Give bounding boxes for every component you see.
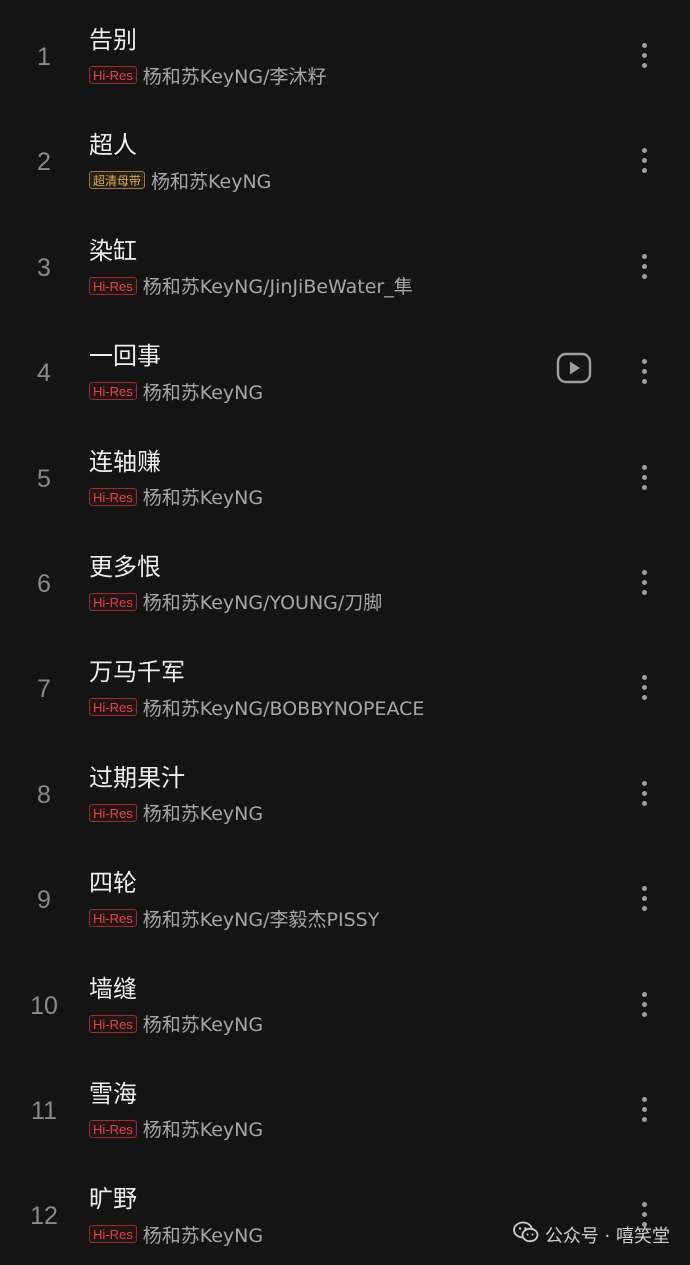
track-subtitle: Hi-Res 杨和苏KeyNG/李毅杰PISSY — [89, 903, 379, 933]
track-index: 6 — [37, 569, 51, 598]
track-artist: 杨和苏KeyNG/李沐籽 — [142, 65, 327, 88]
track-index: 4 — [37, 359, 51, 388]
track-index: 9 — [37, 886, 51, 915]
track-artist: 杨和苏KeyNG/李毅杰PISSY — [142, 908, 380, 931]
watermark-text: 公众号 · 嘻笑堂 — [544, 1225, 670, 1247]
more-vertical-icon[interactable] — [630, 36, 660, 76]
watermark: 公众号 · 嘻笑堂 — [512, 1221, 670, 1248]
track-subtitle: Hi-Res 杨和苏KeyNG — [89, 798, 263, 828]
track-artist: 杨和苏KeyNG — [142, 487, 264, 510]
track-title: 雪海 — [89, 1079, 137, 1108]
track-artist: 杨和苏KeyNG — [142, 381, 264, 404]
track-title: 告别 — [89, 26, 137, 54]
track-artist: 杨和苏KeyNG — [142, 1014, 264, 1037]
more-vertical-icon[interactable] — [630, 668, 660, 708]
track-index: 2 — [37, 148, 51, 177]
hi-res-badge: Hi-Res — [89, 382, 137, 401]
more-vertical-icon[interactable] — [630, 141, 660, 181]
hi-res-badge: Hi-Res — [89, 803, 137, 822]
more-vertical-icon[interactable] — [630, 1090, 660, 1130]
play-video-icon[interactable] — [555, 351, 593, 385]
track-artist: 杨和苏KeyNG — [142, 803, 264, 826]
more-vertical-icon[interactable] — [630, 352, 660, 392]
hi-res-badge: Hi-Res — [89, 487, 137, 506]
track-title: 更多恨 — [89, 552, 161, 581]
hi-res-badge: Hi-Res — [89, 698, 137, 717]
hi-res-badge: Hi-Res — [89, 1225, 137, 1244]
track-row[interactable]: 4 一回事 Hi-Res 杨和苏KeyNG — [0, 316, 690, 421]
track-row[interactable]: 3 染缸 Hi-Res 杨和苏KeyNG/JinJiBeWater_隼 — [0, 211, 690, 316]
track-artist: 杨和苏KeyNG/JinJiBeWater_隼 — [142, 276, 413, 299]
track-title: 旷野 — [89, 1185, 137, 1214]
track-row[interactable]: 1 告别 Hi-Res 杨和苏KeyNG/李沐籽 — [0, 0, 690, 105]
track-index: 3 — [37, 253, 51, 282]
track-artist: 杨和苏KeyNG — [142, 1224, 264, 1247]
track-index: 12 — [30, 1202, 58, 1231]
more-vertical-icon[interactable] — [630, 985, 660, 1025]
track-artist: 杨和苏KeyNG/YOUNG/刀脚 — [142, 592, 383, 615]
hi-res-badge: Hi-Res — [89, 909, 137, 928]
track-list: 1 告别 Hi-Res 杨和苏KeyNG/李沐籽 2 超人 超清母带 杨和苏KeyNG 3 染缸 H… — [0, 0, 690, 1265]
track-index: 8 — [37, 780, 51, 809]
track-subtitle: Hi-Res 杨和苏KeyNG — [89, 1009, 263, 1039]
more-vertical-icon[interactable] — [630, 879, 660, 919]
track-title: 超人 — [89, 131, 137, 160]
wechat-icon — [512, 1221, 539, 1248]
hi-res-badge: Hi-Res — [89, 1014, 137, 1033]
track-subtitle: Hi-Res 杨和苏KeyNG/YOUNG/刀脚 — [89, 587, 382, 617]
track-row[interactable]: 8 过期果汁 Hi-Res 杨和苏KeyNG — [0, 738, 690, 843]
track-title: 过期果汁 — [89, 763, 185, 792]
more-vertical-icon[interactable] — [630, 247, 660, 287]
track-row[interactable]: 6 更多恨 Hi-Res 杨和苏KeyNG/YOUNG/刀脚 — [0, 527, 690, 632]
track-row[interactable]: 2 超人超清母带 杨和苏KeyNG — [0, 105, 690, 210]
track-subtitle: Hi-Res 杨和苏KeyNG/JinJiBeWater_隼 — [89, 271, 413, 301]
track-subtitle: Hi-Res 杨和苏KeyNG — [89, 482, 263, 512]
track-index: 1 — [37, 43, 51, 71]
hi-res-badge: Hi-Res — [89, 1119, 137, 1138]
track-artist: 杨和苏KeyNG — [151, 170, 272, 193]
track-row[interactable]: 9 四轮 Hi-Res 杨和苏KeyNG/李毅杰PISSY — [0, 843, 690, 948]
track-title: 染缸 — [89, 236, 137, 265]
master-quality-badge: 超清母带 — [89, 171, 146, 190]
track-artist: 杨和苏KeyNG/BOBBYNOPEACE — [142, 697, 425, 720]
track-subtitle: Hi-Res 杨和苏KeyNG/BOBBYNOPEACE — [89, 692, 424, 722]
track-subtitle: Hi-Res 杨和苏KeyNG — [89, 376, 263, 406]
track-artist: 杨和苏KeyNG — [142, 1119, 264, 1142]
track-row[interactable]: 5 连轴赚 Hi-Res 杨和苏KeyNG — [0, 422, 690, 527]
track-row[interactable]: 7 万马千军 Hi-Res 杨和苏KeyNG/BOBBYNOPEACE — [0, 632, 690, 737]
more-vertical-icon[interactable] — [630, 774, 660, 814]
track-title: 四轮 — [89, 869, 137, 898]
track-title: 连轴赚 — [89, 447, 161, 476]
track-index: 11 — [31, 1096, 57, 1125]
track-subtitle: Hi-Res 杨和苏KeyNG/李沐籽 — [89, 60, 327, 90]
track-row[interactable]: 12 旷野 Hi-Res 杨和苏KeyNG — [0, 1159, 690, 1264]
track-index: 7 — [37, 675, 51, 704]
track-subtitle: 超清母带 杨和苏KeyNG — [89, 165, 271, 195]
track-index: 10 — [30, 991, 58, 1020]
track-index: 5 — [37, 464, 51, 493]
track-row[interactable]: 10 墙缝 Hi-Res 杨和苏KeyNG — [0, 949, 690, 1054]
track-title: 墙缝 — [89, 974, 137, 1003]
track-title: 一回事 — [89, 342, 161, 371]
hi-res-badge: Hi-Res — [89, 592, 137, 611]
track-title: 万马千军 — [89, 658, 185, 687]
track-row[interactable]: 11 雪海 Hi-Res 杨和苏KeyNG — [0, 1054, 690, 1159]
more-vertical-icon[interactable] — [630, 563, 660, 603]
track-subtitle: Hi-Res 杨和苏KeyNG — [89, 1219, 263, 1249]
more-vertical-icon[interactable] — [630, 458, 660, 498]
hi-res-badge: Hi-Res — [89, 276, 137, 295]
track-subtitle: Hi-Res 杨和苏KeyNG — [89, 1114, 263, 1144]
hi-res-badge: Hi-Res — [89, 66, 137, 84]
